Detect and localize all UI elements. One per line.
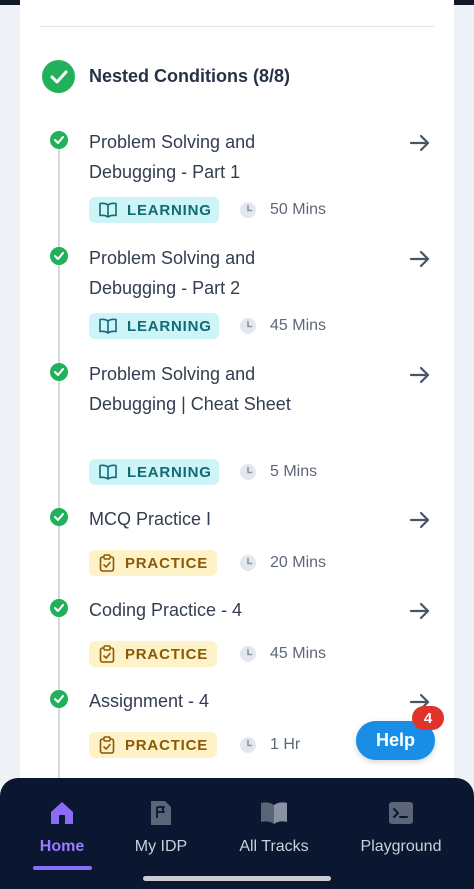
completed-check-icon xyxy=(50,363,68,381)
terminal-icon xyxy=(386,798,416,828)
duration: 45 Mins xyxy=(270,645,327,662)
duration: 50 Mins xyxy=(270,201,327,218)
nav-all-tracks[interactable]: All Tracks xyxy=(215,798,333,856)
active-tab-indicator xyxy=(33,866,92,870)
item-title: MCQ Practice I xyxy=(89,509,212,529)
learning-badge: LEARNING xyxy=(89,459,219,485)
clipboard-check-icon xyxy=(99,554,115,572)
nav-label: Home xyxy=(39,838,85,855)
completed-check-icon xyxy=(50,247,68,265)
clock-icon xyxy=(240,646,256,662)
home-icon xyxy=(47,798,77,828)
item-title: Problem Solving and Debugging | Cheat Sh… xyxy=(89,364,291,414)
duration: 5 Mins xyxy=(270,463,318,480)
learning-badge: LEARNING xyxy=(89,197,219,223)
arrow-right-icon[interactable] xyxy=(408,508,432,532)
item-title: Problem Solving and Debugging - Part 1 xyxy=(89,132,256,182)
nav-my-idp[interactable]: My IDP xyxy=(102,798,220,856)
badge-label: LEARNING xyxy=(127,201,212,219)
clipboard-check-icon xyxy=(99,645,115,663)
clock-icon xyxy=(240,555,256,571)
arrow-right-icon[interactable] xyxy=(408,599,432,623)
completed-check-icon xyxy=(42,60,75,93)
arrow-right-icon[interactable] xyxy=(408,131,432,155)
arrow-right-icon[interactable] xyxy=(408,247,432,271)
clock-icon xyxy=(240,202,256,218)
badge-label: PRACTICE xyxy=(125,645,209,663)
completed-check-icon xyxy=(50,131,68,149)
badge-label: PRACTICE xyxy=(125,736,209,754)
duration: 45 Mins xyxy=(270,317,327,334)
clock-icon xyxy=(240,318,256,334)
nav-label: Playground xyxy=(360,838,442,855)
notification-badge: 4 xyxy=(412,706,444,730)
completed-check-icon xyxy=(50,599,68,617)
home-indicator xyxy=(143,876,331,881)
item-title: Coding Practice - 4 xyxy=(89,600,243,620)
clipboard-check-icon xyxy=(99,736,115,754)
badge-label: LEARNING xyxy=(127,463,212,481)
book-icon xyxy=(99,202,117,218)
completed-check-icon xyxy=(50,508,68,526)
nav-label: My IDP xyxy=(134,838,188,855)
bottom-nav: Home My IDP All Tracks Playground xyxy=(0,778,474,889)
clock-icon xyxy=(240,737,256,753)
item-title: Problem Solving and Debugging - Part 2 xyxy=(89,248,256,298)
practice-badge: PRACTICE xyxy=(89,641,217,667)
badge-label: PRACTICE xyxy=(125,554,209,572)
learning-badge: LEARNING xyxy=(89,313,219,339)
open-book-icon xyxy=(259,798,289,828)
book-icon xyxy=(99,464,117,480)
duration: 1 Hr xyxy=(270,736,301,753)
practice-badge: PRACTICE xyxy=(89,550,217,576)
completed-check-icon xyxy=(50,690,68,708)
section-title: Nested Conditions (8/8) xyxy=(89,66,291,86)
nav-playground[interactable]: Playground xyxy=(342,798,460,856)
practice-badge: PRACTICE xyxy=(89,732,217,758)
badge-label: LEARNING xyxy=(127,317,212,335)
book-icon xyxy=(99,318,117,334)
help-label: Help xyxy=(375,730,415,750)
nav-label: All Tracks xyxy=(239,838,309,855)
item-title: Assignment - 4 xyxy=(89,691,210,711)
section-header[interactable]: Nested Conditions (8/8) xyxy=(42,60,290,93)
arrow-right-icon[interactable] xyxy=(408,363,432,387)
flag-document-icon xyxy=(146,798,176,828)
divider xyxy=(40,26,434,27)
duration: 20 Mins xyxy=(270,554,327,571)
clock-icon xyxy=(240,464,256,480)
